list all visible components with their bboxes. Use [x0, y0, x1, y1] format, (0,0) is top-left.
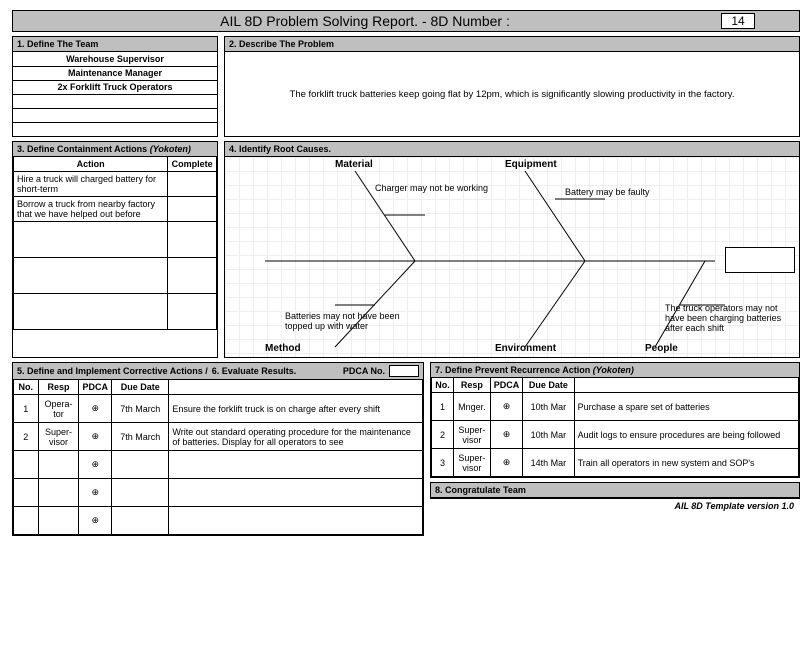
- prevent-actions-table: No. Resp PDCA Due Date 1 Mnger. ⊕ 10th M…: [431, 378, 799, 477]
- template-version: AIL 8D Template version 1.0: [430, 501, 800, 511]
- section-5-header: 5. Define and Implement Corrective Actio…: [13, 363, 423, 380]
- team-row[interactable]: 2x Forklift Truck Operators: [13, 80, 217, 94]
- report-title: AIL 8D Problem Solving Report. - 8D Numb…: [13, 13, 717, 29]
- fish-cat-method: Method: [265, 343, 301, 354]
- containment-action[interactable]: Hire a truck will charged battery for sh…: [14, 171, 168, 196]
- section-4-rootcause: 4. Identify Root Causes. Material Equipm…: [224, 141, 800, 358]
- fishbone-diagram: Material Equipment Method Environment Pe…: [225, 157, 799, 357]
- section-3-header: 3. Define Containment Actions (Yokoten): [13, 142, 217, 157]
- table-row: 1 Mnger. ⊕ 10th Mar Purchase a spare set…: [432, 393, 799, 421]
- problem-description[interactable]: The forklift truck batteries keep going …: [225, 52, 799, 136]
- pdca-icon[interactable]: ⊕: [490, 393, 523, 421]
- table-row: ⊕: [14, 479, 423, 507]
- table-row: ⊕: [14, 451, 423, 479]
- team-row[interactable]: Warehouse Supervisor: [13, 52, 217, 66]
- containment-table: ActionComplete Hire a truck will charged…: [13, 157, 217, 330]
- fish-cat-material: Material: [335, 159, 373, 170]
- pdca-icon[interactable]: ⊕: [490, 421, 523, 449]
- fish-cat-environment: Environment: [495, 343, 556, 354]
- pdca-icon[interactable]: ⊕: [79, 395, 112, 423]
- section-2-problem: 2. Describe The Problem The forklift tru…: [224, 36, 800, 137]
- fish-note: Charger may not be working: [375, 183, 488, 193]
- table-row: 2 Super-visor ⊕ 10th Mar Audit logs to e…: [432, 421, 799, 449]
- section-4-header: 4. Identify Root Causes.: [225, 142, 799, 157]
- report-number-field[interactable]: 14: [721, 13, 755, 29]
- table-row: 3 Super-visor ⊕ 14th Mar Train all opera…: [432, 449, 799, 477]
- pdca-icon[interactable]: ⊕: [79, 507, 112, 535]
- title-bar: AIL 8D Problem Solving Report. - 8D Numb…: [12, 10, 800, 32]
- section-1-team: 1. Define The Team Warehouse Supervisor …: [12, 36, 218, 137]
- pdca-icon[interactable]: ⊕: [79, 451, 112, 479]
- fish-note: The truck operators may not have been ch…: [665, 303, 785, 333]
- corrective-actions-table: No. Resp PDCA Due Date 1 Opera-tor ⊕ 7th…: [13, 380, 423, 535]
- table-row: 1 Opera-tor ⊕ 7th March Ensure the forkl…: [14, 395, 423, 423]
- pdca-icon[interactable]: ⊕: [79, 479, 112, 507]
- section-3-containment: 3. Define Containment Actions (Yokoten) …: [12, 141, 218, 358]
- team-row[interactable]: [13, 122, 217, 136]
- fish-note: Batteries may not have been topped up wi…: [285, 311, 405, 331]
- fish-head-box: [725, 247, 795, 273]
- team-row[interactable]: Maintenance Manager: [13, 66, 217, 80]
- section-5-corrective: 5. Define and Implement Corrective Actio…: [12, 362, 424, 536]
- pdca-number-field[interactable]: [389, 365, 419, 377]
- team-table: Warehouse Supervisor Maintenance Manager…: [13, 52, 217, 136]
- section-7-header: 7. Define Prevent Recurrence Action (Yok…: [431, 363, 799, 378]
- section-7-prevent: 7. Define Prevent Recurrence Action (Yok…: [430, 362, 800, 478]
- team-row[interactable]: [13, 108, 217, 122]
- fish-note: Battery may be faulty: [565, 187, 650, 197]
- section-8-congratulate: 8. Congratulate Team: [430, 482, 800, 499]
- section-1-header: 1. Define The Team: [13, 37, 217, 52]
- pdca-icon[interactable]: ⊕: [490, 449, 523, 477]
- section-8-header: 8. Congratulate Team: [431, 483, 799, 498]
- fish-cat-equipment: Equipment: [505, 159, 557, 170]
- containment-action[interactable]: Borrow a truck from nearby factory that …: [14, 196, 168, 221]
- section-2-header: 2. Describe The Problem: [225, 37, 799, 52]
- pdca-icon[interactable]: ⊕: [79, 423, 112, 451]
- table-row: 2 Super-visor ⊕ 7th March Write out stan…: [14, 423, 423, 451]
- team-row[interactable]: [13, 94, 217, 108]
- table-row: ⊕: [14, 507, 423, 535]
- fish-cat-people: People: [645, 343, 678, 354]
